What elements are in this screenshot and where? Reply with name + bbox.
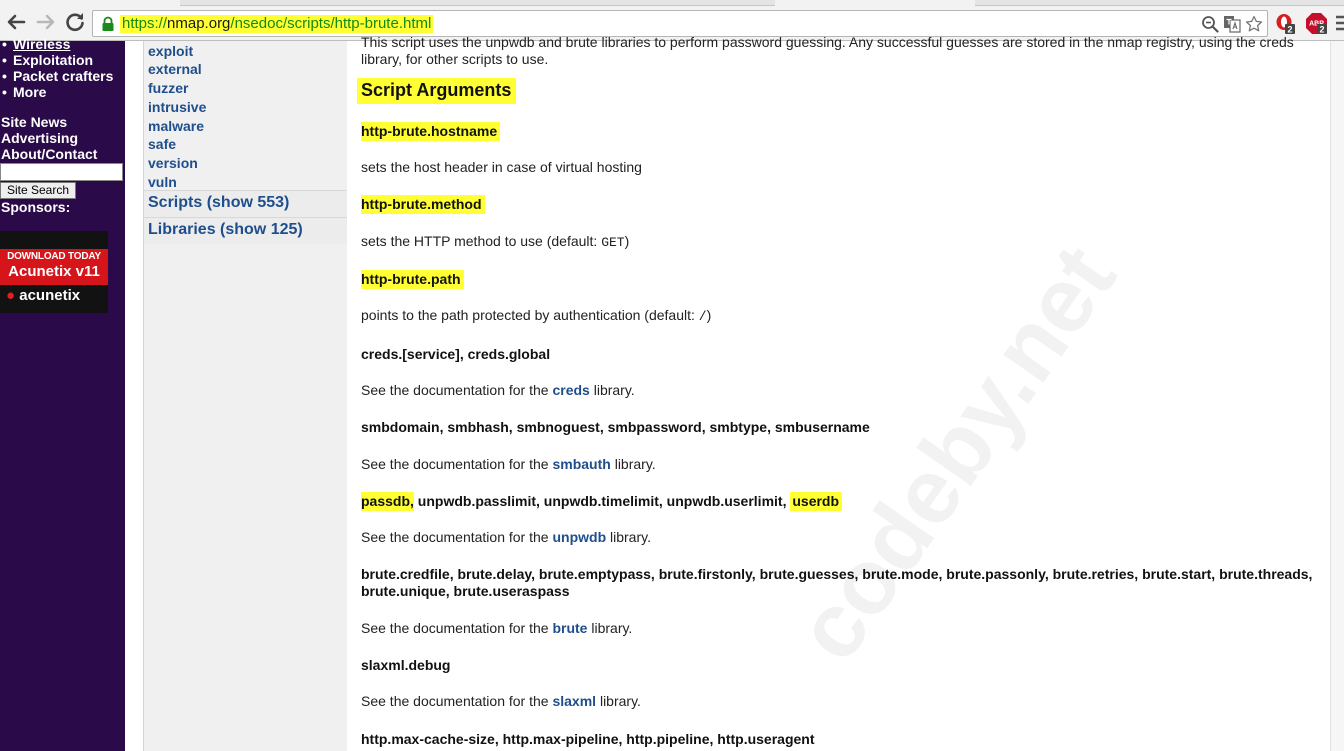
brute-library-link[interactable]: brute — [552, 620, 587, 636]
url-path: /nsedoc/scripts/http-brute.html — [230, 15, 432, 32]
lock-icon — [102, 16, 114, 31]
ad-brand: ● acunetix — [6, 287, 80, 304]
page-scrollbar[interactable] — [1330, 41, 1344, 751]
arg-brute-desc: See the documentation for the brute libr… — [361, 620, 632, 636]
ext-badge-count: 2 — [1287, 25, 1292, 35]
site-sidebar: Wireless Exploitation Packet crafters Mo… — [0, 36, 125, 751]
libraries-toggle[interactable]: Libraries (show 125) — [144, 217, 347, 244]
ad-product: Acunetix v11 — [8, 263, 100, 280]
category-malware[interactable]: malware — [148, 118, 204, 134]
back-icon[interactable] — [4, 10, 28, 34]
arg-method: http-brute.method — [361, 195, 485, 214]
arg-creds-desc: See the documentation for the creds libr… — [361, 382, 635, 398]
intro-text-line1: This script uses the unpwdb and brute li… — [361, 34, 1294, 50]
arg-smb-pre: See the documentation for the — [361, 456, 553, 472]
ext-badge-count: 2 — [1319, 25, 1324, 35]
arg-method-desc-end: ) — [624, 233, 630, 249]
arg-unpwdb-desc: See the documentation for the unpwdb lib… — [361, 529, 651, 545]
arg-passdb: passdb, — [361, 492, 414, 511]
arg-brute-post: library. — [587, 620, 633, 636]
arg-path-name: http-brute.path — [361, 270, 464, 289]
ad-red-band: DOWNLOAD TODAY Acunetix v11 — [0, 249, 108, 285]
scripts-toggle-label: Scripts (show 553) — [148, 194, 290, 211]
acunetix-logo-icon: ● — [6, 287, 16, 304]
sidebar-item-wireless[interactable]: Wireless — [2, 36, 70, 52]
category-external[interactable]: external — [148, 61, 202, 77]
sidebar-link-site-news[interactable]: Site News — [1, 114, 67, 130]
arg-slaxml-desc: See the documentation for the slaxml lib… — [361, 693, 641, 709]
category-intrusive[interactable]: intrusive — [148, 99, 206, 115]
category-exploit[interactable]: exploit — [148, 43, 193, 59]
creds-library-link[interactable]: creds — [552, 382, 589, 398]
sponsors-label: Sponsors: — [1, 199, 71, 215]
arg-path-desc-end: ) — [706, 307, 712, 323]
arg-hostname-name: http-brute.hostname — [361, 122, 501, 141]
browser-tab[interactable] — [975, 0, 1344, 6]
arg-userdb: userdb — [790, 492, 843, 511]
arg-creds-name: creds.[service], creds.global — [361, 346, 551, 362]
arg-unpwdb-limits: unpwdb.passlimit, unpwdb.timelimit, unpw… — [413, 493, 791, 509]
main-content: This script uses the unpwdb and brute li… — [347, 34, 1330, 751]
arg-path-desc-text: points to the path protected by authenti… — [361, 307, 699, 323]
arg-slaxml-post: library. — [596, 693, 641, 709]
sidebar-link-about-contact[interactable]: About/Contact — [1, 146, 97, 162]
arg-method-name: http-brute.method — [361, 195, 485, 214]
arg-path-desc: points to the path protected by authenti… — [361, 307, 711, 324]
url-scheme: https:// — [122, 15, 168, 32]
slaxml-library-link[interactable]: slaxml — [552, 693, 596, 709]
sidebar-link-advertising[interactable]: Advertising — [1, 130, 78, 146]
arg-brute-pre: See the documentation for the — [361, 620, 553, 636]
url-text[interactable]: https://nmap.org/nsedoc/scripts/http-bru… — [120, 15, 434, 33]
arg-slaxml-pre: See the documentation for the — [361, 693, 553, 709]
forward-icon[interactable] — [34, 10, 58, 34]
reload-icon[interactable] — [63, 10, 87, 34]
scripts-toggle[interactable]: Scripts (show 553) — [144, 190, 347, 217]
translate-icon[interactable] — [1223, 15, 1241, 33]
arg-slaxml-name: slaxml.debug — [361, 657, 451, 673]
sidebar-item-packet-crafters[interactable]: Packet crafters — [2, 68, 113, 84]
bookmark-star-icon[interactable] — [1245, 15, 1263, 33]
libraries-toggle-label: Libraries (show 125) — [148, 221, 303, 238]
arg-path: http-brute.path — [361, 270, 464, 289]
arg-method-default: GET — [601, 235, 625, 250]
zoom-icon[interactable] — [1201, 15, 1219, 33]
smbauth-library-link[interactable]: smbauth — [552, 456, 610, 472]
category-version[interactable]: version — [148, 155, 198, 171]
address-bar[interactable]: https://nmap.org/nsedoc/scripts/http-bru… — [92, 10, 1268, 37]
arg-smb-desc: See the documentation for the smbauth li… — [361, 456, 656, 472]
opera-extension-icon[interactable]: 2 — [1274, 12, 1296, 34]
menu-icon[interactable] — [1334, 12, 1344, 34]
arg-hostname-desc: sets the host header in case of virtual … — [361, 159, 642, 175]
arg-smb-post: library. — [610, 456, 656, 472]
arg-creds-post: library. — [589, 382, 635, 398]
ad-headline: DOWNLOAD TODAY — [7, 251, 101, 262]
acunetix-ad-banner[interactable]: DOWNLOAD TODAY Acunetix v11 ● acunetix — [0, 231, 108, 313]
intro-text-line2: library, for other scripts to use. — [361, 51, 549, 67]
section-title: Script Arguments — [357, 78, 517, 104]
arg-unpwdb: passdb, unpwdb.passlimit, unpwdb.timelim… — [361, 492, 843, 511]
category-fuzzer[interactable]: fuzzer — [148, 80, 188, 96]
site-search-input[interactable] — [0, 163, 123, 181]
sidebar-item-exploitation[interactable]: Exploitation — [2, 52, 93, 68]
arg-hostname: http-brute.hostname — [361, 122, 501, 141]
arg-unpwdb-post: library. — [606, 529, 651, 545]
sidebar-item-more[interactable]: More — [2, 84, 46, 100]
watermark: codeby.net — [776, 227, 1136, 679]
unpwdb-library-link[interactable]: unpwdb — [552, 529, 606, 545]
browser-tab[interactable] — [180, 0, 775, 6]
ad-brand-text: acunetix — [19, 287, 81, 304]
site-search-button[interactable]: Site Search — [0, 182, 76, 199]
arg-smb-name: smbdomain, smbhash, smbnoguest, smbpassw… — [361, 419, 870, 435]
script-categories-panel: exploit external fuzzer intrusive malwar… — [143, 41, 348, 751]
arg-unpwdb-pre: See the documentation for the — [361, 529, 553, 545]
category-vuln[interactable]: vuln — [148, 174, 177, 190]
arg-path-default: / — [698, 309, 707, 324]
arg-http-name: http.max-cache-size, http.max-pipeline, … — [361, 731, 815, 747]
url-host: nmap.org — [167, 15, 231, 32]
arg-creds-pre: See the documentation for the — [361, 382, 553, 398]
arg-method-desc-text: sets the HTTP method to use (default: — [361, 233, 602, 249]
arg-method-desc: sets the HTTP method to use (default: GE… — [361, 233, 629, 250]
adblock-plus-icon[interactable]: ABP 2 — [1306, 12, 1328, 34]
category-safe[interactable]: safe — [148, 136, 176, 152]
